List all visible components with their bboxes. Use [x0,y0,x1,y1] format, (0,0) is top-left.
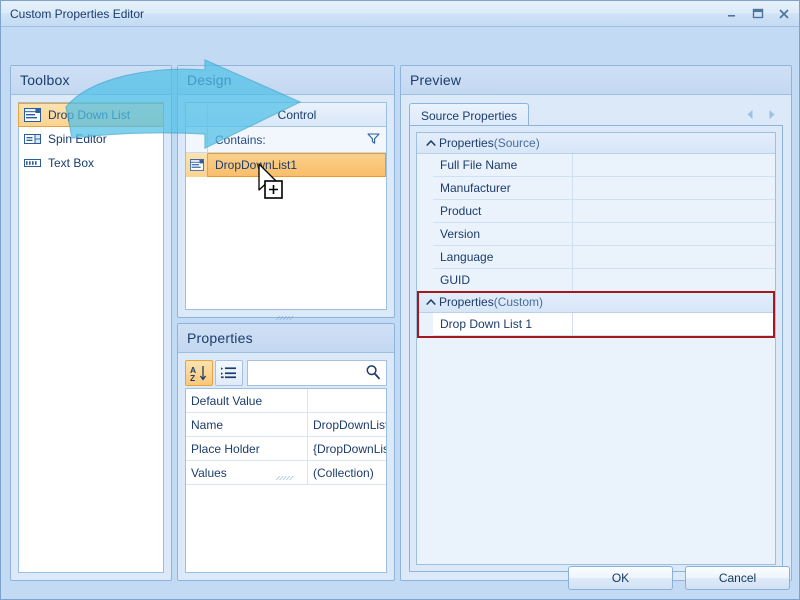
toolbox-item-label: Spin Editor [48,132,107,146]
preview-panel: Preview Source Properties Properties (So… [400,65,792,581]
property-name: Default Value [186,389,308,412]
preview-property-name: Full File Name [433,154,573,176]
sort-alpha-icon[interactable]: A Z [185,360,213,386]
toolbox-item-text-box[interactable]: Text Box [19,151,163,175]
chevron-up-icon[interactable] [423,139,439,147]
preview-row[interactable]: Full File Name [433,154,775,177]
properties-bottom-splitter[interactable]: ⁄⁄⁄⁄⁄ [177,475,395,482]
design-filter-label: Contains: [215,132,266,147]
category-sublabel: (Custom) [493,295,544,309]
preview-tabstrip: Source Properties [409,101,783,127]
property-name: Place Holder [186,437,308,460]
preview-row[interactable]: Version [433,223,775,246]
minimize-button[interactable] [719,4,744,24]
preview-tab-body: Properties (Source) Full File Name Manuf… [409,125,783,572]
preview-property-name: Product [433,200,573,222]
preview-property-value[interactable] [573,223,775,245]
design-filter-cell[interactable]: Contains: [208,127,386,152]
category-header-properties-custom[interactable]: Properties (Custom) [417,292,775,313]
preview-property-name: Version [433,223,573,245]
toolbox-item-spin-editor[interactable]: Spin Editor [19,127,163,151]
design-header: Design [178,66,394,95]
design-grid-header: Control [186,103,386,127]
filter-icon[interactable] [367,132,380,148]
textbox-icon [24,156,42,171]
chevron-left-icon[interactable] [745,109,756,123]
properties-panel: Properties A Z Default Value Name DropDo… [177,323,395,581]
category-header-properties-source[interactable]: Properties (Source) [417,133,775,154]
preview-property-value[interactable] [573,246,775,268]
preview-header: Preview [401,66,791,95]
preview-row[interactable]: Manufacturer [433,177,775,200]
ok-button[interactable]: OK [568,566,673,590]
design-grid-indicator-col [186,103,208,126]
properties-header: Properties [178,324,394,353]
cancel-button[interactable]: Cancel [685,566,790,590]
design-row-label[interactable]: DropDownList1 [208,153,386,177]
property-name: Name [186,413,308,436]
preview-row-custom[interactable]: Drop Down List 1 [433,313,775,336]
toolbox-list[interactable]: Drop Down List Spin Editor Text Box [18,102,164,573]
properties-row[interactable]: Place Holder {DropDownList [186,437,386,461]
close-button[interactable] [771,4,796,24]
category-label: Properties [439,136,494,150]
preview-property-value[interactable] [573,154,775,176]
preview-row[interactable]: Product [433,200,775,223]
design-column-header-control[interactable]: Control [208,103,386,126]
tab-source-properties[interactable]: Source Properties [409,103,530,127]
toolbox-header: Toolbox [11,66,171,95]
properties-toolbar: A Z [185,360,387,386]
maximize-button[interactable] [745,4,770,24]
preview-property-value[interactable] [573,200,775,222]
chevron-right-icon[interactable] [766,109,777,123]
design-grid-row[interactable]: DropDownList1 [186,153,386,177]
preview-row[interactable]: GUID [433,269,775,292]
toolbox-item-drop-down-list[interactable]: Drop Down List [18,103,164,127]
design-row-indicator [186,153,208,177]
preview-property-name: Manufacturer [433,177,573,199]
preview-property-value[interactable] [573,313,775,335]
property-value[interactable]: DropDownList1 [308,413,386,436]
toolbox-item-label: Drop Down List [48,108,131,122]
category-sublabel: (Source) [493,136,540,150]
design-properties-splitter[interactable]: ⁄⁄⁄⁄⁄ [177,315,395,322]
dialog-client-area: Toolbox Drop Down List Spin Editor Text … [1,27,799,599]
property-value[interactable] [308,389,386,412]
preview-property-value[interactable] [573,269,775,291]
properties-search-field[interactable] [247,360,387,386]
preview-property-value[interactable] [573,177,775,199]
chevron-up-icon[interactable] [423,298,439,306]
properties-row[interactable]: Default Value [186,389,386,413]
design-grid[interactable]: Control Contains: DropDownList1 [185,102,387,310]
search-icon[interactable] [365,364,381,383]
design-filter-row[interactable]: Contains: [186,127,386,153]
preview-property-name: GUID [433,269,573,291]
design-panel: Design Control Contains: DropDownList1 [177,65,395,318]
preview-property-grid[interactable]: Properties (Source) Full File Name Manuf… [416,132,776,565]
toolbox-panel: Toolbox Drop Down List Spin Editor Text … [10,65,172,581]
dialog-window: Custom Properties Editor Toolbox Drop Do… [0,0,800,600]
spineditor-icon [24,132,42,147]
dialog-button-bar: OK Cancel [10,566,790,590]
design-grid-empty-area[interactable] [186,177,386,309]
preview-row[interactable]: Language [433,246,775,269]
svg-text:Z: Z [190,373,195,383]
design-filter-indicator [186,127,208,152]
title-bar: Custom Properties Editor [1,1,799,27]
preview-property-name: Language [433,246,573,268]
window-title: Custom Properties Editor [10,6,145,21]
preview-property-name: Drop Down List 1 [433,313,573,335]
categorized-icon[interactable] [215,360,243,386]
property-value[interactable]: {DropDownList [308,437,386,460]
category-label: Properties [439,295,494,309]
dropdownlist-icon [24,107,42,123]
properties-row[interactable]: Name DropDownList1 [186,413,386,437]
toolbox-item-label: Text Box [48,156,95,170]
custom-properties-section: Properties (Custom) Drop Down List 1 [417,291,775,338]
